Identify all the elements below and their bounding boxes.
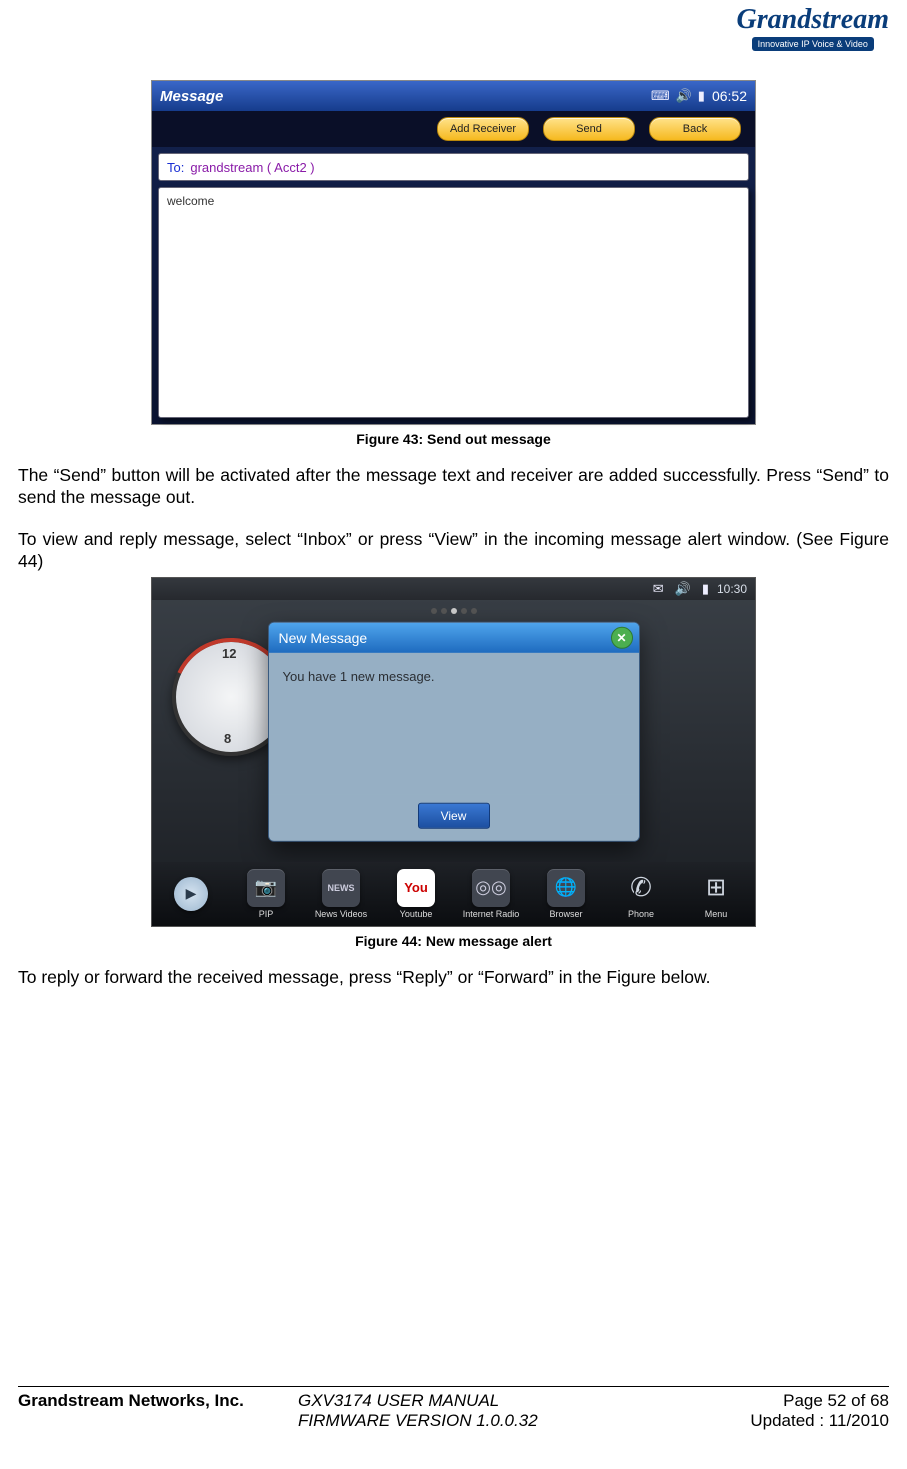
recipient-field[interactable]: To: grandstream ( Acct2 ) [158, 153, 749, 181]
to-value: grandstream ( Acct2 ) [190, 160, 314, 175]
news-icon: NEWS [322, 869, 360, 907]
dock-label: Internet Radio [463, 909, 520, 919]
radio-icon: ◎◎ [472, 869, 510, 907]
popup-body-text: You have 1 new message. [269, 652, 639, 794]
dock-label: Phone [628, 909, 654, 919]
dock-bar: ▶ 📷 PIP NEWS News Videos You Youtube ◎◎ … [152, 862, 755, 926]
dock-pip[interactable]: 📷 PIP [235, 869, 297, 919]
phone-icon: ✆ [622, 869, 660, 907]
message-toolbar: Add Receiver Send Back [152, 111, 755, 147]
page-indicator [431, 608, 477, 614]
footer-page: Page 52 of 68 [679, 1391, 889, 1411]
close-icon[interactable]: ✕ [611, 626, 633, 648]
brand-tagline: Innovative IP Voice & Video [752, 37, 874, 51]
footer-title: GXV3174 USER MANUAL [278, 1391, 679, 1411]
view-button[interactable]: View [418, 802, 490, 828]
popup-footer: View [269, 794, 639, 840]
status-clock: 06:52 [712, 88, 747, 104]
brand-name: Grandstream [737, 6, 889, 34]
mail-icon: ✉ [653, 581, 664, 597]
figure-43-caption: Figure 43: Send out message [356, 431, 551, 447]
dock-browser[interactable]: 🌐 Browser [535, 869, 597, 919]
dock-play[interactable]: ▶ [160, 877, 222, 911]
add-receiver-button[interactable]: Add Receiver [437, 117, 529, 141]
globe-icon: 🌐 [547, 869, 585, 907]
dock-youtube[interactable]: You Youtube [385, 869, 447, 919]
page-footer: Grandstream Networks, Inc. GXV3174 USER … [18, 1386, 889, 1431]
footer-rule [18, 1386, 889, 1387]
figure-43-screenshot: Message ⌨ 🔊 ▮ 06:52 Add Receiver Send Ba… [151, 80, 756, 425]
window-title: Message [160, 88, 223, 105]
dock-label: Youtube [400, 909, 433, 919]
dock-phone[interactable]: ✆ Phone [610, 869, 672, 919]
to-label: To: [167, 160, 184, 175]
dock-news[interactable]: NEWS News Videos [310, 869, 372, 919]
new-message-popup: New Message ✕ You have 1 new message. Vi… [268, 621, 640, 841]
dock-label: News Videos [315, 909, 367, 919]
figure-44-screenshot: ✉ 🔊 ▮ 10:30 12 9 8 New Message ✕ [151, 577, 756, 927]
home-status-bar: ✉ 🔊 ▮ 10:30 [152, 578, 755, 600]
popup-title-text: New Message [279, 629, 368, 645]
dock-label: PIP [259, 909, 274, 919]
brand-logo: Grandstream Innovative IP Voice & Video [737, 6, 889, 52]
popup-titlebar: New Message ✕ [269, 622, 639, 652]
dock-label: Browser [549, 909, 582, 919]
signal-icon: ▮ [698, 88, 705, 104]
footer-updated: Updated : 11/2010 [679, 1411, 889, 1431]
message-window-titlebar: Message ⌨ 🔊 ▮ 06:52 [152, 81, 755, 111]
dock-label: Menu [705, 909, 728, 919]
figure-44-caption: Figure 44: New message alert [355, 933, 552, 949]
send-button[interactable]: Send [543, 117, 635, 141]
youtube-icon: You [397, 869, 435, 907]
volume-icon: 🔊 [676, 88, 692, 104]
message-body-area: To: grandstream ( Acct2 ) welcome [152, 147, 755, 424]
menu-icon: ⊞ [697, 869, 735, 907]
signal-icon: ▮ [702, 581, 709, 597]
compose-textarea[interactable]: welcome [158, 187, 749, 418]
play-icon: ▶ [174, 877, 208, 911]
clock-12: 12 [222, 646, 236, 661]
paragraph-1: The “Send” button will be activated afte… [18, 465, 889, 509]
paragraph-2: To view and reply message, select “Inbox… [18, 529, 889, 573]
status-clock: 10:30 [717, 582, 747, 596]
volume-icon: 🔊 [675, 581, 691, 597]
dock-radio[interactable]: ◎◎ Internet Radio [460, 869, 522, 919]
back-button[interactable]: Back [649, 117, 741, 141]
paragraph-3: To reply or forward the received message… [18, 967, 889, 989]
clock-8: 8 [224, 731, 231, 746]
footer-company: Grandstream Networks, Inc. [18, 1391, 278, 1411]
footer-firmware: FIRMWARE VERSION 1.0.0.32 [278, 1411, 679, 1431]
document-page: Grandstream Innovative IP Voice & Video … [0, 0, 907, 1469]
dock-menu[interactable]: ⊞ Menu [685, 869, 747, 919]
camera-icon: 📷 [247, 869, 285, 907]
keyboard-icon: ⌨ [651, 88, 670, 104]
